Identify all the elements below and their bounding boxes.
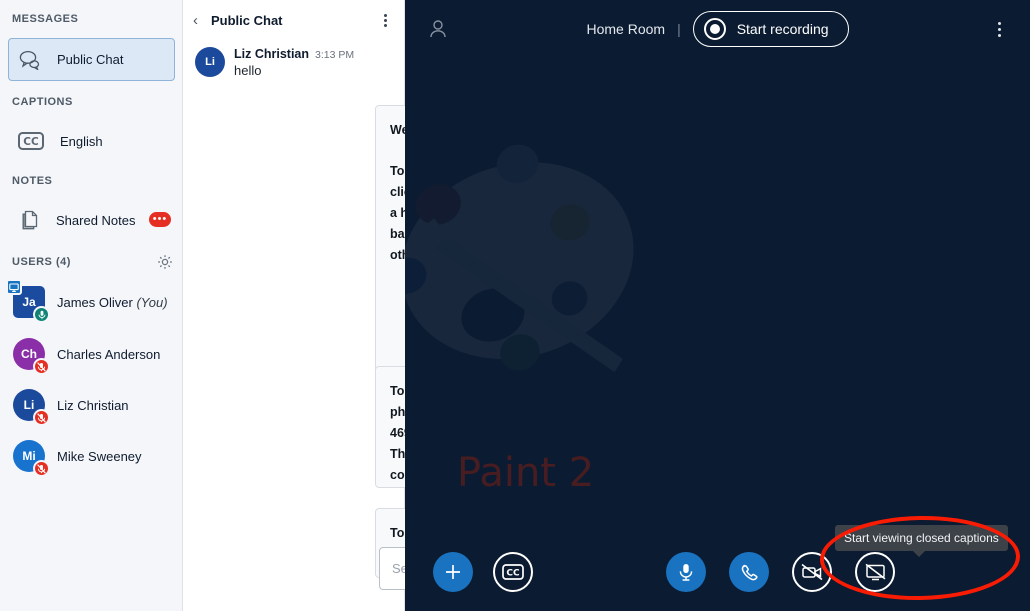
- slide-caption-text: Paint 2: [457, 450, 595, 496]
- meeting-options-kebab-icon[interactable]: [990, 18, 1008, 40]
- user-name-text: James Oliver: [57, 294, 133, 310]
- chat-message-body: Liz Christian 3:13 PM hello: [234, 47, 354, 78]
- mic-muted-badge-icon: [33, 460, 50, 477]
- user-name: Liz Christian: [57, 398, 129, 413]
- chat-message: Li Liz Christian 3:13 PM hello: [195, 47, 391, 78]
- notes-pages-icon: [18, 209, 40, 231]
- user-list-item[interactable]: Ch Charles Anderson: [8, 332, 178, 376]
- microphone-button[interactable]: [666, 552, 706, 592]
- left-sidebar: MESSAGES Public Chat CAPTIONS CC English…: [0, 0, 183, 611]
- mic-muted-badge-icon: [33, 358, 50, 375]
- user-list-item[interactable]: Li Liz Christian: [8, 383, 178, 427]
- section-label-users: USERS (4): [12, 256, 71, 268]
- svg-text:CC: CC: [506, 569, 520, 579]
- avatar: Ch: [13, 338, 50, 375]
- avatar: Li: [13, 389, 50, 426]
- camera-off-icon: [801, 563, 823, 581]
- public-chat-panel: ‹ Public Chat Li Liz Christian 3:13 PM h…: [183, 0, 580, 611]
- user-list-item[interactable]: Mi Mike Sweeney: [8, 434, 178, 478]
- closed-captions-button[interactable]: CC: [493, 552, 533, 592]
- chat-bubble-icon: [19, 50, 41, 70]
- meeting-topbar: Home Room | Start recording: [405, 0, 1030, 58]
- avatar-initials: Mi: [22, 449, 36, 463]
- gear-icon[interactable]: [157, 254, 173, 270]
- section-label-notes: NOTES: [12, 175, 53, 187]
- audio-phone-button[interactable]: [729, 552, 769, 592]
- camera-toggle-button[interactable]: [792, 552, 832, 592]
- sidebar-item-label-public-chat: Public Chat: [57, 52, 124, 67]
- screenshare-toggle-button[interactable]: [855, 552, 895, 592]
- chat-panel-title: Public Chat: [211, 12, 283, 28]
- chat-message-text: hello: [234, 63, 262, 78]
- microphone-icon: [677, 562, 695, 582]
- chat-options-kebab-icon[interactable]: [376, 11, 394, 29]
- chat-panel-header: ‹ Public Chat: [183, 0, 404, 40]
- meeting-stage: Home Room | Start recording Paint 2 Star…: [405, 0, 1030, 611]
- sidebar-item-label-captions: English: [60, 133, 103, 149]
- avatar: Ja: [6, 279, 50, 323]
- mic-muted-badge-icon: [33, 409, 50, 426]
- start-recording-label: Start recording: [736, 21, 829, 37]
- avatar-initials: Ch: [21, 347, 37, 361]
- captions-tooltip: Start viewing closed captions: [835, 525, 1008, 557]
- user-name-text: Charles Anderson: [57, 346, 161, 362]
- presenter-badge-icon: [6, 279, 22, 295]
- start-recording-button[interactable]: Start recording: [692, 11, 849, 47]
- section-label-messages: MESSAGES: [12, 13, 79, 25]
- user-list-item[interactable]: Ja James Oliver (You): [6, 279, 178, 324]
- avatar-initials: Li: [23, 398, 35, 412]
- user-name: Mike Sweeney: [57, 449, 142, 464]
- shared-notes-unread-badge: •••: [149, 212, 171, 227]
- user-name: Charles Anderson: [57, 347, 160, 362]
- sidebar-item-public-chat[interactable]: Public Chat: [8, 38, 175, 81]
- back-chevron-icon[interactable]: ‹: [193, 13, 207, 28]
- user-you-suffix: (You): [132, 294, 168, 310]
- chat-message-meta: Liz Christian 3:13 PM: [234, 47, 354, 61]
- chat-message-time: 3:13 PM: [315, 49, 355, 61]
- sidebar-item-label-shared-notes: Shared Notes: [56, 212, 136, 228]
- plus-icon: [443, 562, 463, 582]
- chat-message-author: Liz Christian: [234, 47, 310, 61]
- meeting-app: MESSAGES Public Chat CAPTIONS CC English…: [0, 0, 1030, 611]
- user-name-text: Liz Christian: [57, 397, 129, 413]
- paint-palette-image: [405, 86, 665, 466]
- cc-icon: CC: [18, 132, 44, 150]
- room-title: Home Room: [586, 21, 666, 37]
- topbar-center: Home Room | Start recording: [405, 11, 1030, 47]
- sidebar-item-captions-english[interactable]: CC English: [8, 122, 175, 160]
- avatar: Mi: [13, 440, 50, 477]
- screenshare-off-icon: [865, 563, 886, 581]
- meeting-toolbar: Start viewing closed captions CC: [405, 514, 1030, 611]
- avatar: Li: [195, 47, 225, 77]
- phone-icon: [740, 563, 759, 582]
- avatar-initials: Li: [205, 56, 215, 68]
- topbar-divider: |: [677, 21, 681, 37]
- users-section-header: USERS (4): [10, 254, 173, 270]
- actions-plus-button[interactable]: [433, 552, 473, 592]
- mic-active-badge-icon: [33, 306, 50, 323]
- user-name: James Oliver (You): [57, 295, 168, 310]
- section-label-captions: CAPTIONS: [12, 96, 73, 108]
- presentation-area[interactable]: Paint 2: [405, 58, 1030, 519]
- svg-text:CC: CC: [23, 136, 39, 148]
- user-name-text: Mike Sweeney: [57, 448, 142, 464]
- avatar-initials: Ja: [22, 295, 36, 309]
- record-dot-icon: [703, 18, 726, 40]
- cc-icon: CC: [502, 564, 524, 580]
- sidebar-item-shared-notes[interactable]: Shared Notes •••: [8, 201, 175, 239]
